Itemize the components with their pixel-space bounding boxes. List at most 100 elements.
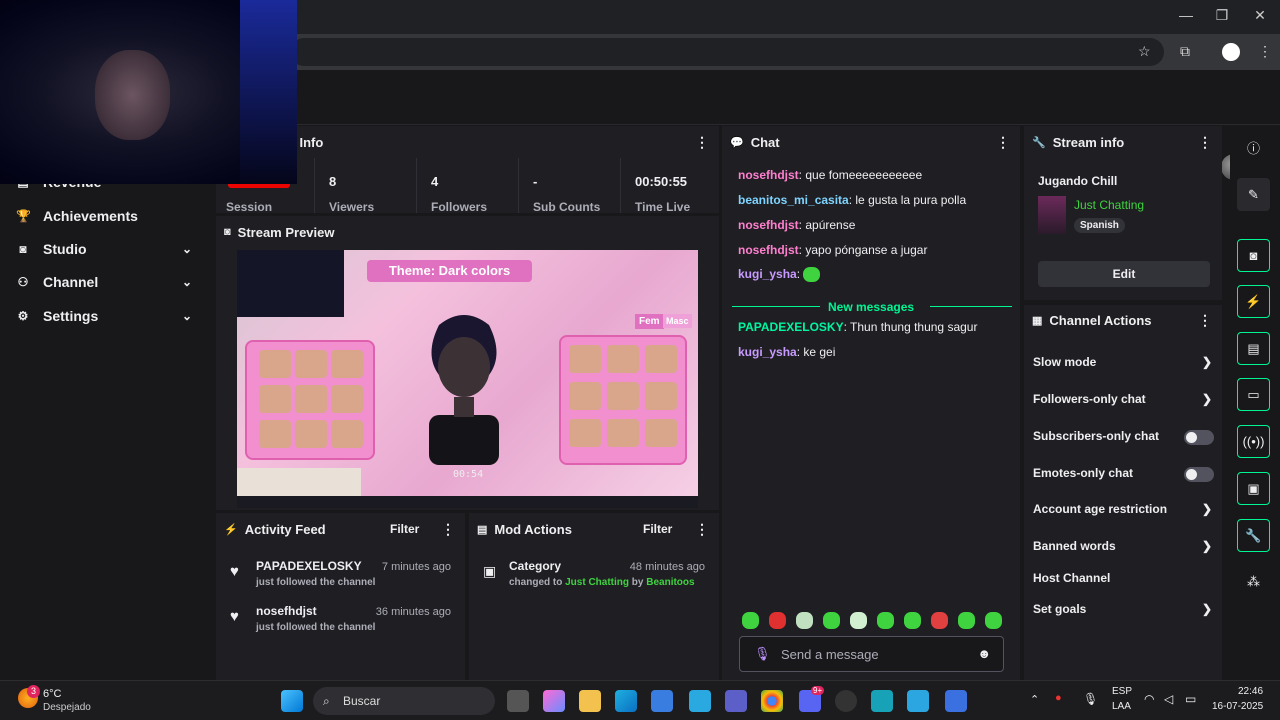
stat-label: Time Live	[635, 200, 691, 214]
chat-message: PAPADEXELOSKY: Thun thung thung sagur	[738, 320, 978, 334]
more-options-icon[interactable]: ⋮	[1198, 312, 1212, 329]
more-options-icon[interactable]: ⋮	[695, 521, 709, 538]
info-icon[interactable]: ⓘ	[1237, 131, 1270, 164]
feed-user[interactable]: PAPADEXELOSKY	[256, 559, 362, 573]
mod-action-user[interactable]: Beanitoos	[646, 577, 694, 588]
lightning-icon[interactable]: ⚡	[1237, 285, 1270, 318]
browser-profile-icon[interactable]	[1222, 43, 1240, 61]
maximize-button[interactable]: ❐	[1207, 7, 1237, 24]
chat-bubble-icon[interactable]: ▭	[1237, 378, 1270, 411]
action-subscribers-only: Subscribers-only chat	[1024, 429, 1222, 447]
file-explorer-icon[interactable]	[579, 690, 601, 712]
app-icon[interactable]	[871, 690, 893, 712]
emote-icon[interactable]	[931, 612, 948, 629]
filter-button[interactable]: Filter	[390, 522, 419, 536]
bookmark-star-icon[interactable]: ☆	[1138, 43, 1151, 60]
emote-icon[interactable]	[850, 612, 867, 629]
address-bar[interactable]	[290, 38, 1164, 66]
emote-icon[interactable]	[769, 612, 786, 629]
taskbar-search[interactable]: ⌕ Buscar	[313, 687, 495, 715]
action-label: Account age restriction	[1033, 502, 1168, 516]
add-widget-icon[interactable]: ⁂	[1237, 565, 1270, 598]
chat-username[interactable]: beanitos_mi_casita	[738, 193, 849, 207]
volume-icon[interactable]: ◁	[1164, 692, 1173, 706]
subscribers-only-toggle[interactable]	[1184, 430, 1214, 445]
action-host-channel[interactable]: Host Channel	[1024, 571, 1222, 589]
store-icon[interactable]	[651, 690, 673, 712]
chat-message-input[interactable]: 🎙 Send a message ☻	[739, 636, 1004, 672]
chat-username[interactable]: nosefhdjst	[738, 168, 799, 182]
roblox-icon[interactable]	[945, 690, 967, 712]
wrench-icon[interactable]: 🔧	[1237, 519, 1270, 552]
action-followers-only[interactable]: Followers-only chat ❯	[1024, 392, 1222, 410]
filter-button[interactable]: Filter	[643, 522, 672, 536]
more-options-icon[interactable]: ⋮	[695, 134, 709, 151]
sidebar-item-channel[interactable]: ⚇ Channel ⌄	[16, 270, 192, 294]
chrome-icon[interactable]	[761, 690, 783, 712]
edge-icon[interactable]	[615, 690, 637, 712]
extensions-icon[interactable]: ⧉	[1180, 43, 1190, 60]
windows-start-icon[interactable]	[281, 690, 303, 712]
sidebar-item-achievements[interactable]: 🏆 Achievements	[16, 204, 138, 228]
more-options-icon[interactable]: ⋮	[441, 521, 455, 538]
emote-icon[interactable]	[742, 612, 759, 629]
obs-icon[interactable]	[835, 690, 857, 712]
microphone-icon[interactable]: 🎙	[1083, 692, 1098, 706]
action-label: Emotes-only chat	[1033, 466, 1134, 480]
sidebar-item-settings[interactable]: ⚙ Settings ⌄	[16, 304, 192, 328]
copilot-icon[interactable]	[543, 690, 565, 712]
zoom-icon[interactable]	[907, 690, 929, 712]
sidebar-item-studio[interactable]: ◙ Studio ⌄	[16, 237, 192, 261]
feed-user[interactable]: nosefhdjst	[256, 604, 317, 618]
close-window-button[interactable]: ✕	[1245, 7, 1275, 24]
trophy-icon: 🏆	[16, 209, 31, 223]
input-language[interactable]: ESP	[1112, 686, 1132, 697]
broadcast-icon[interactable]: ((•))	[1237, 425, 1270, 458]
keyboard-layout[interactable]: LAA	[1112, 701, 1131, 712]
emote-icon[interactable]	[904, 612, 921, 629]
action-account-age[interactable]: Account age restriction ❯	[1024, 502, 1222, 520]
action-set-goals[interactable]: Set goals ❯	[1024, 602, 1222, 620]
minimize-button[interactable]: —	[1171, 7, 1201, 23]
clock-date[interactable]: 16-07-2025	[1212, 701, 1263, 712]
heart-icon: ♥	[230, 563, 239, 580]
studio-icon[interactable]: ▣	[1237, 472, 1270, 505]
webcam-light	[240, 0, 297, 184]
emote-icon[interactable]	[958, 612, 975, 629]
emotes-only-toggle[interactable]	[1184, 467, 1214, 482]
chevron-right-icon: ❯	[1201, 539, 1212, 553]
chat-username[interactable]: nosefhdjst	[738, 218, 799, 232]
preview-toggle-icon[interactable]: ◙	[1237, 239, 1270, 272]
mod-actions-header: ▤ Mod Actions	[469, 513, 719, 545]
category-link[interactable]: Just Chatting	[1074, 198, 1144, 212]
action-slow-mode[interactable]: Slow mode ❯	[1024, 355, 1222, 373]
document-icon[interactable]: ▤	[1237, 332, 1270, 365]
battery-icon[interactable]: ▭	[1185, 692, 1196, 706]
emote-icon[interactable]	[796, 612, 813, 629]
more-options-icon[interactable]: ⋮	[996, 134, 1010, 151]
clock-time[interactable]: 22:46	[1238, 686, 1263, 697]
action-banned-words[interactable]: Banned words ❯	[1024, 539, 1222, 557]
pencil-icon[interactable]: ✎	[1237, 178, 1270, 211]
edit-button[interactable]: Edit	[1038, 261, 1210, 287]
mod-action-title: Category	[509, 559, 562, 573]
chat-username[interactable]: kugi_ysha	[738, 267, 797, 281]
chat-username[interactable]: PAPADEXELOSKY	[738, 320, 844, 334]
tray-icon[interactable]: ●	[1055, 692, 1062, 704]
task-view-icon[interactable]	[507, 690, 529, 712]
browser-menu-icon[interactable]: ⋮	[1258, 43, 1272, 60]
app-icon[interactable]	[689, 690, 711, 712]
more-options-icon[interactable]: ⋮	[1198, 134, 1212, 151]
wifi-icon[interactable]: ◠	[1144, 692, 1154, 706]
emoji-icon[interactable]: ☻	[977, 646, 991, 661]
emote-icon[interactable]	[877, 612, 894, 629]
stream-preview-video[interactable]: Theme: Dark colors Fem Masc 00:54	[237, 250, 698, 508]
mod-action-category[interactable]: Just Chatting	[565, 577, 629, 588]
chat-username[interactable]: kugi_ysha	[738, 345, 797, 359]
microphone-icon[interactable]: 🎙	[754, 646, 771, 662]
chat-username[interactable]: nosefhdjst	[738, 243, 799, 257]
emote-icon[interactable]	[823, 612, 840, 629]
teams-icon[interactable]	[725, 690, 747, 712]
emote-icon[interactable]	[985, 612, 1002, 629]
chevron-up-icon[interactable]: ⌃	[1030, 693, 1039, 706]
